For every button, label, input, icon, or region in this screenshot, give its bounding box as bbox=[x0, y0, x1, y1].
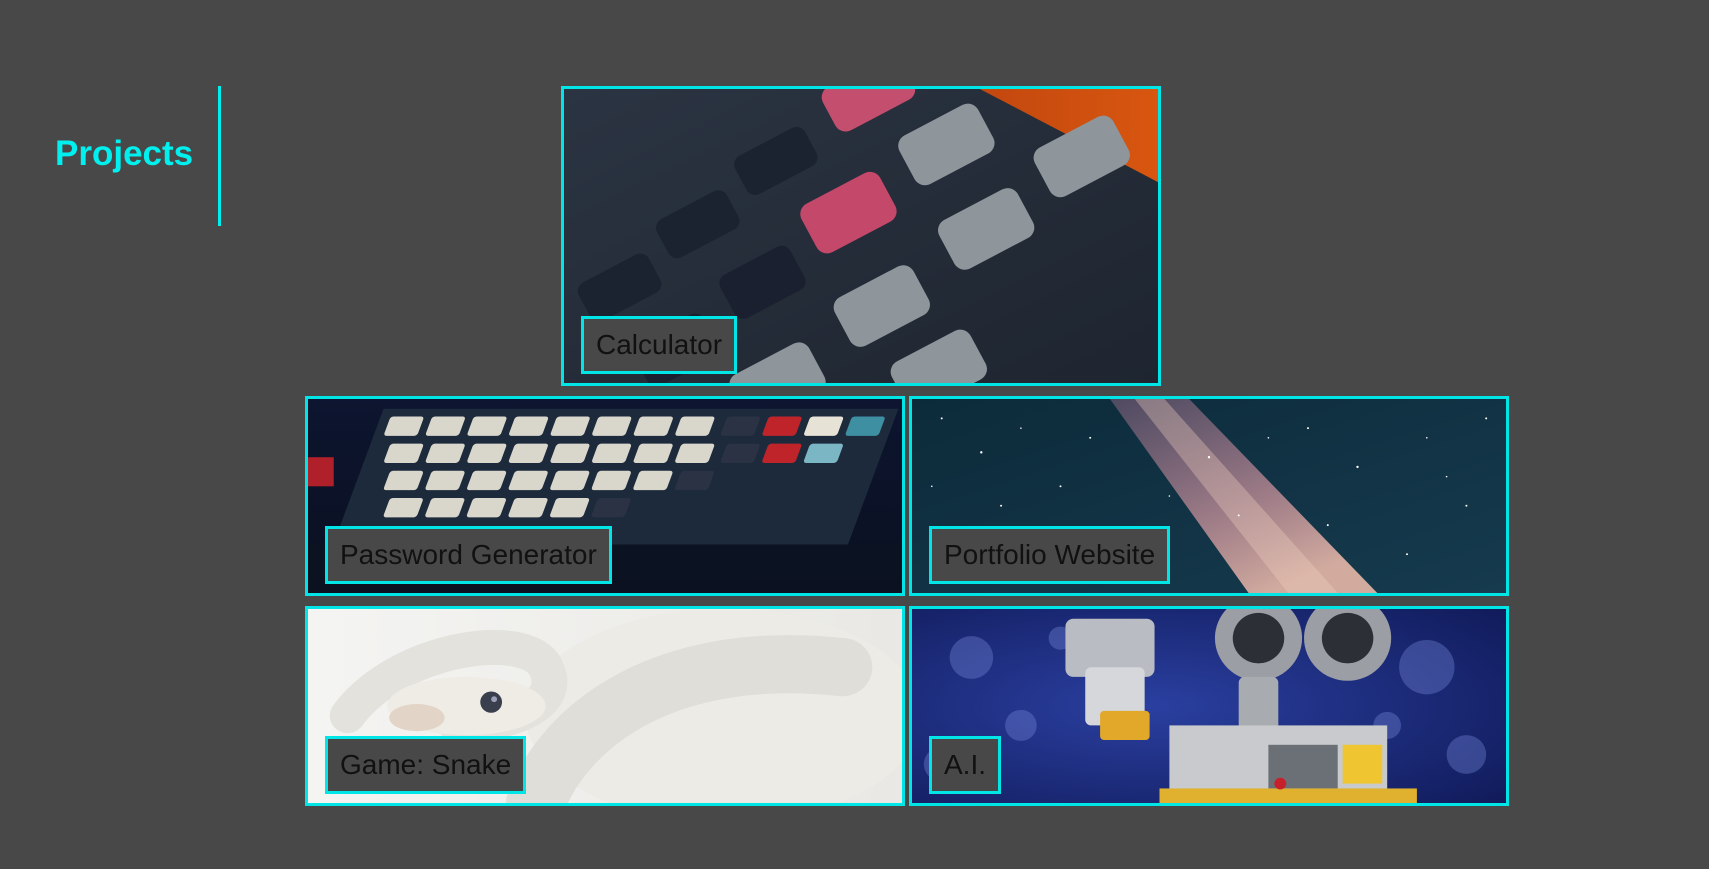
projects-page: Projects Calculator Password Generator P… bbox=[0, 0, 1709, 869]
project-label: Calculator bbox=[581, 316, 738, 374]
project-card-portfolio-website[interactable]: Portfolio Website bbox=[909, 396, 1509, 596]
project-card-password-generator[interactable]: Password Generator bbox=[305, 396, 905, 596]
page-title: Projects bbox=[55, 134, 194, 173]
project-card-game-snake[interactable]: Game: Snake bbox=[305, 606, 905, 806]
project-label: Password Generator bbox=[325, 526, 612, 584]
project-card-calculator[interactable]: Calculator bbox=[561, 86, 1161, 386]
robot-image bbox=[912, 609, 1506, 803]
project-card-ai[interactable]: A.I. bbox=[909, 606, 1509, 806]
project-label: Portfolio Website bbox=[929, 526, 1171, 584]
project-label: A.I. bbox=[929, 736, 1002, 794]
project-label: Game: Snake bbox=[325, 736, 527, 794]
title-divider bbox=[218, 86, 221, 226]
